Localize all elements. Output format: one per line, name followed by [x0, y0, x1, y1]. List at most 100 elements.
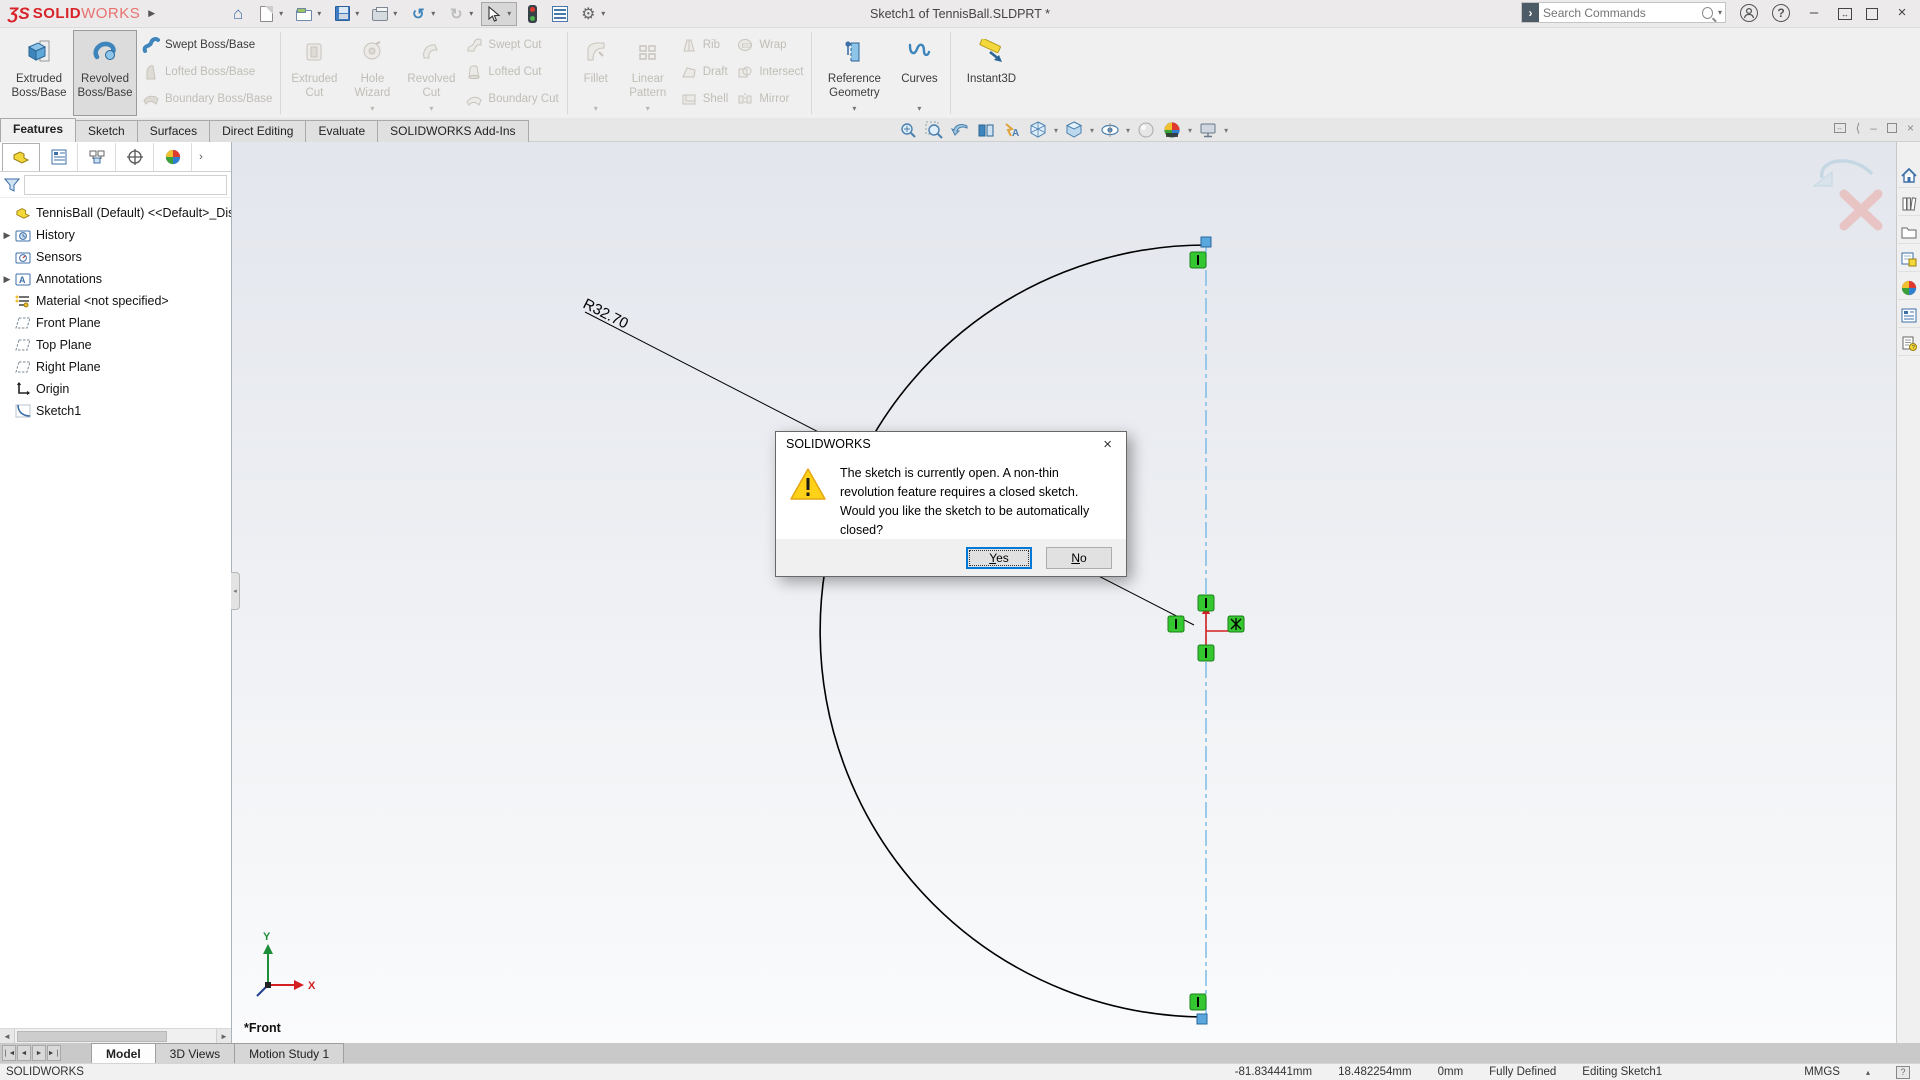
close-button[interactable]: ×	[1892, 4, 1912, 21]
tree-item-origin[interactable]: Origin	[0, 378, 231, 400]
section-view-icon[interactable]	[976, 121, 996, 139]
zoom-area-icon[interactable]	[924, 121, 944, 139]
radius-dimension-text[interactable]: R32.70	[580, 295, 631, 332]
sketch-arc[interactable]	[820, 245, 1206, 1017]
yes-button[interactable]: Yes	[966, 547, 1032, 569]
tab-displaymanager[interactable]	[154, 143, 192, 171]
next-tab-arrow[interactable]: ►	[32, 1045, 46, 1061]
curves-button[interactable]: Curves ▾	[893, 30, 945, 116]
doc-tabbed-icon[interactable]: ⟨	[1856, 121, 1861, 135]
draft-button[interactable]: Draft	[680, 62, 729, 82]
confirmation-corner[interactable]	[1814, 161, 1878, 226]
tab-featuremanager[interactable]	[2, 143, 40, 171]
view-settings-dropdown-arrow[interactable]: ▾	[1224, 126, 1228, 135]
expand-arrow-icon[interactable]: ▶	[0, 230, 14, 241]
tab-configurationmanager[interactable]	[78, 143, 116, 171]
tab-sketch[interactable]: Sketch	[75, 120, 138, 142]
scroll-left-arrow[interactable]: ◄	[0, 1029, 15, 1043]
tab-features[interactable]: Features	[0, 118, 76, 142]
tab-dimxpertmanager[interactable]	[116, 143, 154, 171]
graphics-area[interactable]: R32.70	[232, 142, 1896, 1043]
fillet-dropdown-arrow[interactable]: ▾	[594, 104, 598, 113]
logo-flyout-arrow-icon[interactable]: ▶	[148, 8, 155, 19]
taskpane-home-button[interactable]	[1898, 164, 1920, 188]
undo-dropdown-arrow[interactable]: ▾	[431, 9, 435, 18]
tree-item-annotations[interactable]: ▶ A Annotations	[0, 268, 231, 290]
apply-scene-dropdown-arrow[interactable]: ▾	[1188, 126, 1192, 135]
tab-propertymanager[interactable]	[40, 143, 78, 171]
status-units[interactable]: MMGS	[1804, 1066, 1840, 1078]
new-document-button[interactable]: ▾	[253, 2, 289, 26]
view-palette-button[interactable]	[1898, 248, 1920, 272]
hole-wizard-button[interactable]: HoleWizard ▾	[344, 30, 400, 116]
search-scope-icon[interactable]: ›	[1522, 3, 1539, 22]
redo-dropdown-arrow[interactable]: ▾	[469, 9, 473, 18]
options-dropdown-arrow[interactable]: ▾	[601, 9, 605, 18]
select-dropdown-arrow[interactable]: ▾	[507, 9, 511, 18]
redo-button[interactable]: ↻▾	[443, 2, 479, 26]
apply-scene-icon[interactable]	[1162, 121, 1182, 139]
previous-view-icon[interactable]	[950, 121, 970, 139]
solidworks-forum-button[interactable]: ?	[1898, 332, 1920, 356]
dialog-close-button[interactable]: ×	[1099, 436, 1116, 453]
home-button[interactable]: ⌂	[225, 2, 251, 26]
tree-item-sensors[interactable]: Sensors	[0, 246, 231, 268]
file-properties-button[interactable]	[547, 2, 573, 26]
view-orientation-dropdown-arrow[interactable]: ▾	[1054, 126, 1058, 135]
reference-geometry-button[interactable]: ReferenceGeometry ▾	[817, 30, 891, 116]
tree-item-right-plane[interactable]: Right Plane	[0, 356, 231, 378]
filter-funnel-icon[interactable]	[4, 177, 20, 193]
tab-surfaces[interactable]: Surfaces	[137, 120, 210, 142]
boundary-boss-base-button[interactable]: Boundary Boss/Base	[142, 89, 272, 109]
doc-restore-button[interactable]	[1887, 123, 1897, 133]
extruded-boss-base-button[interactable]: ExtrudedBoss/Base	[7, 30, 71, 116]
restore-button[interactable]	[1866, 8, 1878, 20]
search-icon[interactable]	[1702, 7, 1713, 19]
save-button[interactable]: ▾	[329, 2, 365, 26]
curves-dropdown-arrow[interactable]: ▾	[917, 104, 921, 113]
search-dropdown-arrow[interactable]: ▾	[1718, 8, 1722, 17]
wrap-button[interactable]: ED Wrap	[736, 35, 803, 55]
save-dropdown-arrow[interactable]: ▾	[355, 9, 359, 18]
edit-appearance-icon[interactable]	[1136, 121, 1156, 139]
hide-show-dropdown-arrow[interactable]: ▾	[1126, 126, 1130, 135]
search-commands-box[interactable]: › ▾	[1521, 2, 1726, 23]
revolved-cut-button[interactable]: RevolvedCut ▾	[402, 30, 460, 116]
display-style-icon[interactable]	[1064, 121, 1084, 139]
swept-cut-button[interactable]: Swept Cut	[465, 35, 558, 55]
custom-properties-button[interactable]	[1898, 304, 1920, 328]
reference-geometry-dropdown-arrow[interactable]: ▾	[852, 104, 856, 113]
tree-filter-input[interactable]	[24, 175, 227, 195]
tree-item-material[interactable]: Material <not specified>	[0, 290, 231, 312]
annotation-visibility-icon[interactable]: A	[1002, 121, 1022, 139]
search-input[interactable]	[1539, 6, 1702, 20]
print-button[interactable]: ▾	[367, 2, 403, 26]
tab-solidworks-add-ins[interactable]: SOLIDWORKS Add-Ins	[377, 120, 528, 142]
panel-collapse-handle[interactable]: ◂	[231, 572, 240, 610]
doc-minimize-button[interactable]: –	[1870, 121, 1877, 135]
rib-button[interactable]: Rib	[680, 35, 729, 55]
fillet-button[interactable]: Fillet ▾	[573, 30, 619, 116]
minimize-button[interactable]: –	[1804, 4, 1824, 21]
linear-pattern-dropdown-arrow[interactable]: ▾	[646, 104, 650, 113]
tab-3d-views[interactable]: 3D Views	[155, 1043, 235, 1063]
expand-arrow-icon[interactable]: ▶	[0, 274, 14, 285]
help-button[interactable]: ?	[1772, 4, 1790, 22]
constraint-cluster-top[interactable]	[1190, 237, 1211, 268]
first-tab-arrow[interactable]: ❘◄	[2, 1045, 16, 1061]
scrollbar-thumb[interactable]	[17, 1031, 167, 1042]
login-button[interactable]	[1740, 4, 1758, 22]
revolved-cut-dropdown-arrow[interactable]: ▾	[429, 104, 433, 113]
revolved-boss-base-button[interactable]: RevolvedBoss/Base	[73, 30, 137, 116]
tree-horizontal-scrollbar[interactable]: ◄ ►	[0, 1028, 231, 1043]
boundary-cut-button[interactable]: Boundary Cut	[465, 89, 558, 109]
display-style-dropdown-arrow[interactable]: ▾	[1090, 126, 1094, 135]
appearances-button[interactable]	[1898, 276, 1920, 300]
lofted-cut-button[interactable]: Lofted Cut	[465, 62, 558, 82]
dialog-title-bar[interactable]: SOLIDWORKS ×	[776, 432, 1126, 456]
quick-tips-icon[interactable]: ?	[1896, 1066, 1910, 1079]
tree-item-top-plane[interactable]: Top Plane	[0, 334, 231, 356]
options-button[interactable]: ⚙▾	[575, 2, 611, 26]
extruded-cut-button[interactable]: ExtrudedCut	[286, 30, 342, 116]
select-tool-button[interactable]: ▾	[481, 2, 517, 26]
